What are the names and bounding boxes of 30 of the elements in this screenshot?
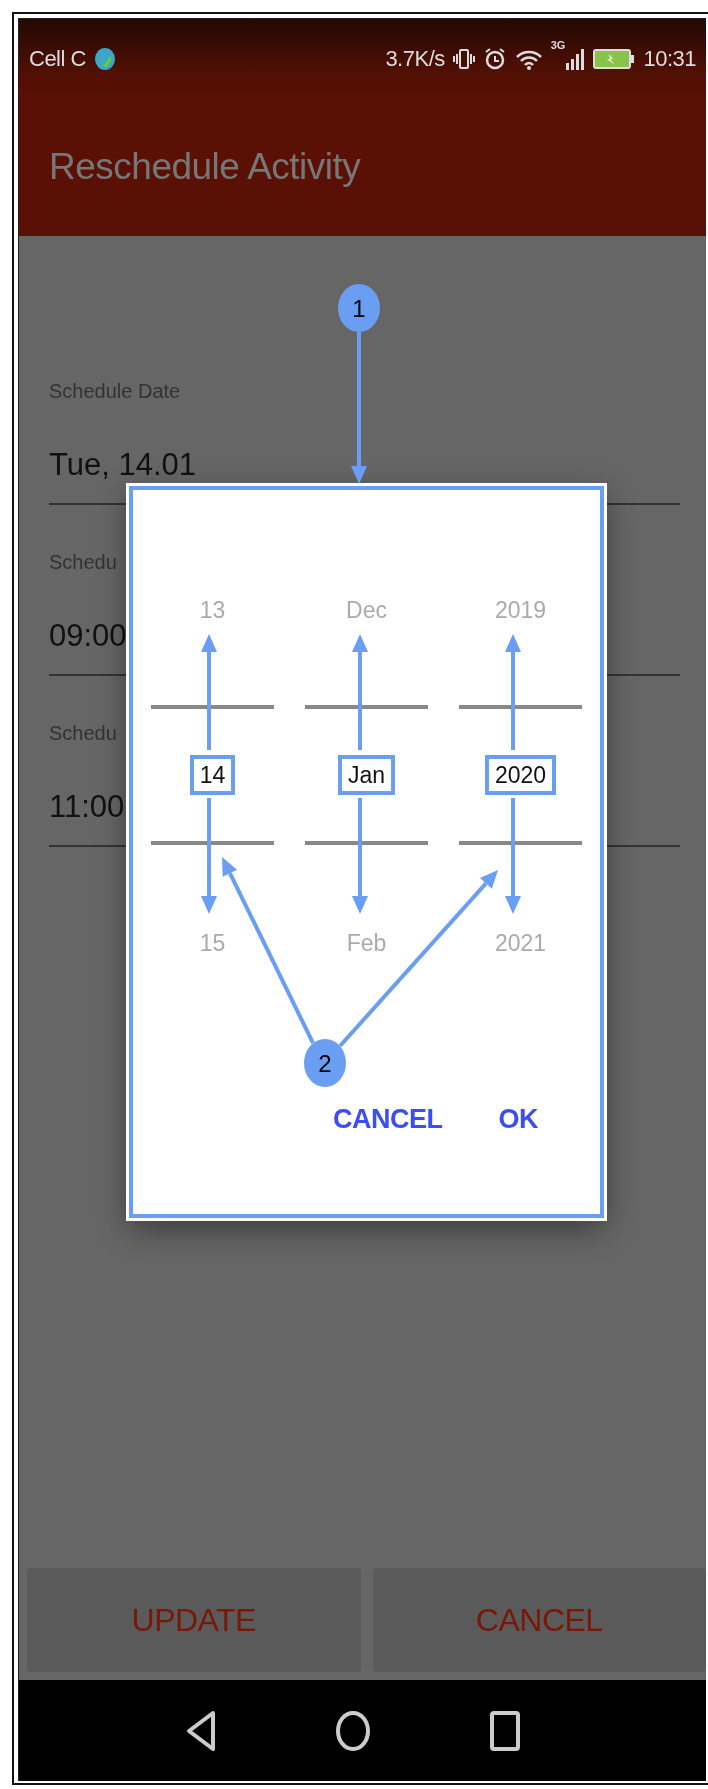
field-value: 11:00 — [49, 788, 126, 826]
cancel-button[interactable]: CANCEL — [372, 1568, 706, 1672]
annotation-badge: 2 — [304, 1039, 346, 1087]
network-type: 3G — [550, 39, 566, 51]
picker-option[interactable]: 2019 — [494, 595, 547, 625]
globe-icon — [93, 46, 116, 71]
field-value: Tue, 14.01 — [49, 446, 198, 484]
back-icon[interactable] — [184, 1709, 217, 1752]
picker-value[interactable]: 14 — [189, 755, 236, 795]
annotation-badge: 1 — [338, 284, 380, 332]
carrier-name: Cell C — [29, 45, 86, 72]
home-icon[interactable] — [334, 1710, 371, 1751]
ok-button[interactable]: OK — [498, 1104, 538, 1135]
battery-icon — [593, 47, 636, 70]
vibrate-icon — [452, 46, 475, 71]
picker-option[interactable]: 2021 — [494, 928, 547, 958]
picker-value[interactable]: Jan — [337, 755, 396, 795]
update-button[interactable]: UPDATE — [27, 1568, 361, 1672]
recents-icon[interactable] — [488, 1709, 521, 1752]
clock-time: 10:31 — [643, 45, 696, 72]
network-speed: 3.7K/s — [385, 45, 445, 72]
picker-option[interactable]: 15 — [199, 928, 226, 958]
signal-icon — [565, 46, 586, 71]
picker-option[interactable]: 13 — [199, 595, 226, 625]
picker-value[interactable]: 2020 — [484, 755, 557, 795]
picker-option[interactable]: Dec — [346, 595, 387, 625]
field-value: 09:00 — [49, 617, 128, 655]
cancel-button[interactable]: CANCEL — [333, 1104, 443, 1135]
screen-title: Reschedule Activity — [49, 146, 361, 188]
picker-option[interactable]: Feb — [346, 928, 387, 958]
